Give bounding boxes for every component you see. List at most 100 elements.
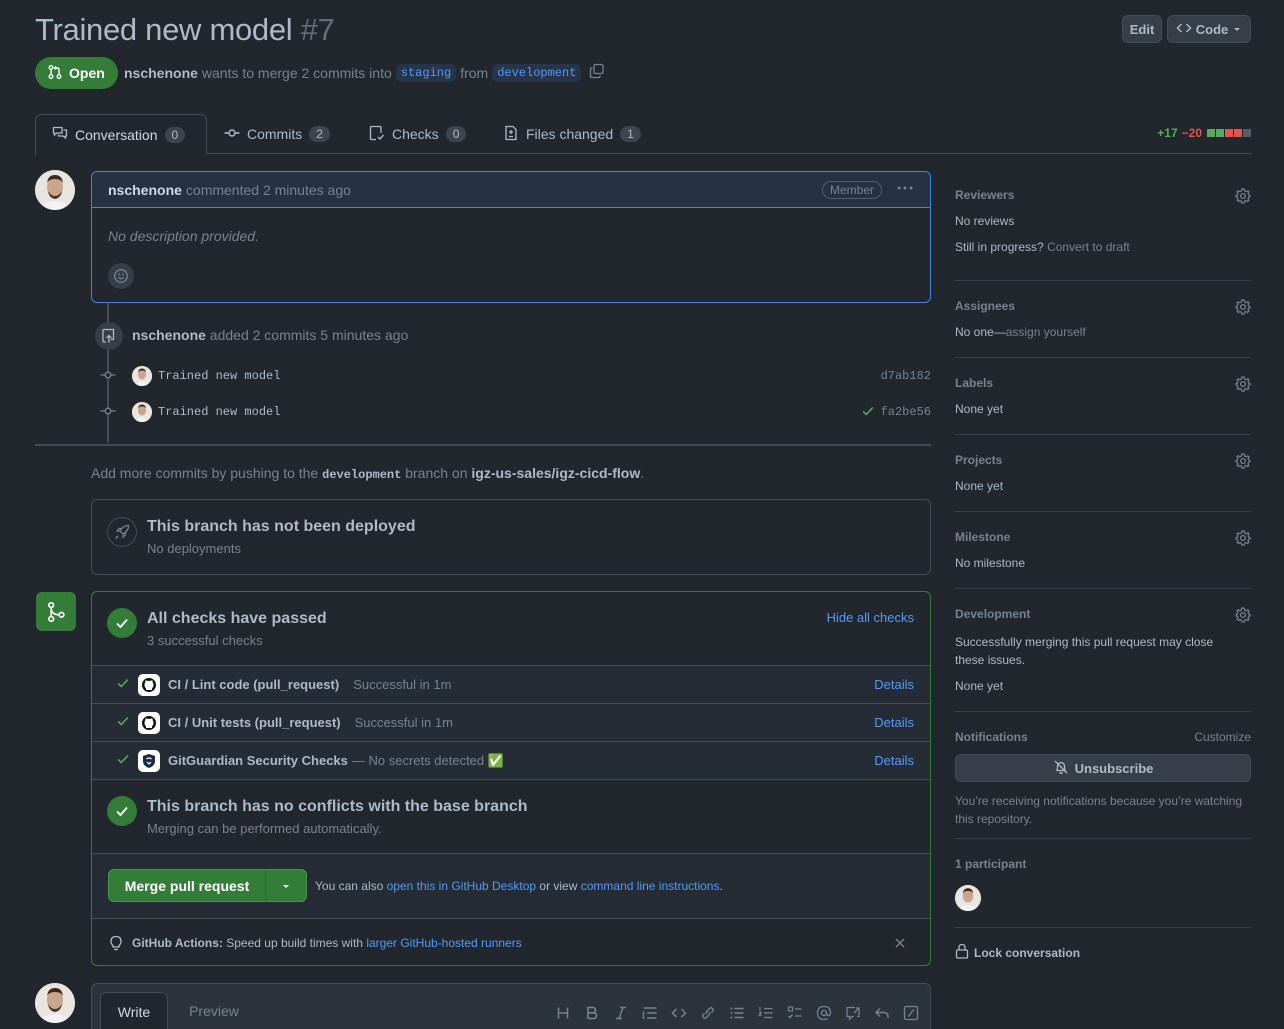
conflicts-subtitle: Merging can be performed automatically.	[147, 821, 382, 836]
participants-heading: 1 participant	[955, 857, 1027, 871]
reviewers-hint: Still in progress? Convert to draft	[955, 240, 1130, 254]
tab-counter: 1	[620, 126, 641, 142]
merge-method-dropdown[interactable]	[266, 870, 306, 901]
link-icon[interactable]	[697, 1002, 719, 1024]
lock-conversation-button[interactable]: Lock conversation	[955, 943, 1080, 962]
avatar[interactable]	[35, 170, 75, 210]
bold-icon[interactable]	[581, 1002, 603, 1024]
check-icon	[116, 714, 130, 731]
actions-tip-text: GitHub Actions: Speed up build times wit…	[132, 936, 522, 950]
milestone-heading[interactable]: Milestone	[955, 530, 1010, 544]
copy-icon[interactable]	[589, 63, 605, 82]
reviewers-heading[interactable]: Reviewers	[955, 188, 1014, 202]
commit-sha[interactable]: d7ab182	[881, 369, 931, 383]
sidebar-milestone: Milestone No milestone	[955, 512, 1251, 589]
check-icon[interactable]	[861, 404, 875, 421]
convert-to-draft-link[interactable]: Convert to draft	[1047, 240, 1130, 254]
avatar[interactable]	[955, 885, 981, 911]
diffstat[interactable]: +17 −20	[1157, 126, 1251, 140]
open-desktop-link[interactable]: open this in GitHub Desktop	[387, 879, 536, 893]
bell-slash-icon	[1053, 759, 1069, 778]
tab-preview[interactable]: Preview	[174, 992, 254, 1029]
projects-heading[interactable]: Projects	[955, 453, 1002, 467]
pr-tabs: Conversation 0 Commits 2 Checks 0 Files …	[35, 114, 1251, 155]
cross-reference-icon[interactable]	[842, 1002, 864, 1024]
code-button[interactable]: Code	[1167, 15, 1251, 43]
pr-author[interactable]: nschenone	[124, 65, 198, 81]
avatar[interactable]	[132, 402, 152, 422]
tab-conversation[interactable]: Conversation 0	[35, 114, 207, 155]
check-details-link[interactable]: Details	[874, 753, 914, 768]
heading-icon[interactable]	[552, 1002, 574, 1024]
tab-label: Commits	[247, 126, 303, 142]
conflicts-section: This branch has no conflicts with the ba…	[92, 779, 930, 853]
caret-down-icon	[281, 878, 291, 894]
check-icon	[116, 752, 130, 769]
tab-checks[interactable]: Checks 0	[353, 114, 482, 154]
github-icon	[138, 673, 160, 696]
commit-message[interactable]: Trained new model	[158, 405, 280, 419]
merge-box: All checks have passed 3 successful chec…	[91, 591, 931, 966]
development-text: Successfully merging this pull request m…	[955, 635, 1214, 667]
ordered-list-icon[interactable]	[755, 1002, 777, 1024]
markdown-toolbar	[552, 1002, 922, 1024]
tab-write[interactable]: Write	[100, 992, 168, 1029]
edit-button[interactable]: Edit	[1122, 15, 1162, 43]
labels-heading[interactable]: Labels	[955, 376, 993, 390]
unordered-list-icon[interactable]	[726, 1002, 748, 1024]
push-hint-repo[interactable]: igz-us-sales/igz-cicd-flow	[471, 465, 640, 481]
close-icon[interactable]	[894, 936, 906, 952]
code-icon[interactable]	[668, 1002, 690, 1024]
push-hint-branch: development	[322, 468, 402, 482]
check-details-link[interactable]: Details	[874, 677, 914, 692]
gear-icon[interactable]	[1235, 607, 1251, 626]
mention-icon[interactable]	[813, 1002, 835, 1024]
base-branch[interactable]: staging	[395, 63, 457, 82]
comment-action[interactable]: commented 2 minutes ago	[186, 182, 351, 198]
avatar[interactable]	[35, 983, 75, 1023]
push-hint-suffix: .	[640, 465, 645, 481]
assignees-value: No one—assign yourself	[955, 325, 1086, 339]
customize-link[interactable]: Customize	[1194, 730, 1251, 744]
tasklist-icon[interactable]	[784, 1002, 806, 1024]
hide-checks-link[interactable]: Hide all checks	[827, 610, 914, 625]
commit-sha[interactable]: fa2be56	[881, 405, 931, 419]
tab-label: Checks	[392, 126, 439, 142]
caret-down-icon	[1232, 22, 1242, 37]
reviewers-hint-text: Still in progress?	[955, 240, 1044, 254]
comment-author[interactable]: nschenone	[108, 182, 182, 198]
tab-files-changed[interactable]: Files changed 1	[487, 114, 657, 154]
quote-icon[interactable]	[639, 1002, 661, 1024]
comment-composer: Write Preview	[91, 983, 931, 1029]
commits-event-author[interactable]: nschenone	[132, 327, 206, 343]
italic-icon[interactable]	[610, 1002, 632, 1024]
head-branch[interactable]: development	[492, 63, 582, 82]
github-icon	[138, 711, 160, 734]
gear-icon[interactable]	[1235, 376, 1251, 395]
gear-icon[interactable]	[1235, 530, 1251, 549]
larger-runners-link[interactable]: larger GitHub-hosted runners	[366, 936, 521, 950]
commit-message[interactable]: Trained new model	[158, 369, 280, 383]
checks-summary: All checks have passed 3 successful chec…	[92, 592, 930, 665]
gear-icon[interactable]	[1235, 188, 1251, 207]
kebab-horizontal-icon[interactable]	[896, 180, 914, 199]
tab-commits[interactable]: Commits 2	[208, 114, 346, 154]
checks-subtitle: 3 successful checks	[147, 633, 263, 648]
assign-yourself-link[interactable]: assign yourself	[1006, 325, 1086, 339]
gear-icon[interactable]	[1235, 299, 1251, 318]
reply-icon[interactable]	[871, 1002, 893, 1024]
command-line-link[interactable]: command line instructions	[581, 879, 720, 893]
merge-pull-request-button[interactable]: Merge pull request	[109, 870, 266, 901]
development-heading[interactable]: Development	[955, 607, 1030, 621]
pr-meta: nschenone wants to merge 2 commits into …	[124, 63, 605, 82]
smiley-icon[interactable]	[108, 263, 134, 289]
avatar[interactable]	[132, 366, 152, 386]
unsubscribe-button[interactable]: Unsubscribe	[955, 754, 1251, 782]
check-details-link[interactable]: Details	[874, 715, 914, 730]
gear-icon[interactable]	[1235, 453, 1251, 472]
assignees-heading[interactable]: Assignees	[955, 299, 1015, 313]
actions-tip-body: Speed up build times with	[226, 936, 363, 950]
pull-request-icon	[47, 64, 63, 83]
conversation-icon	[52, 125, 68, 144]
slash-command-icon[interactable]	[900, 1002, 922, 1024]
